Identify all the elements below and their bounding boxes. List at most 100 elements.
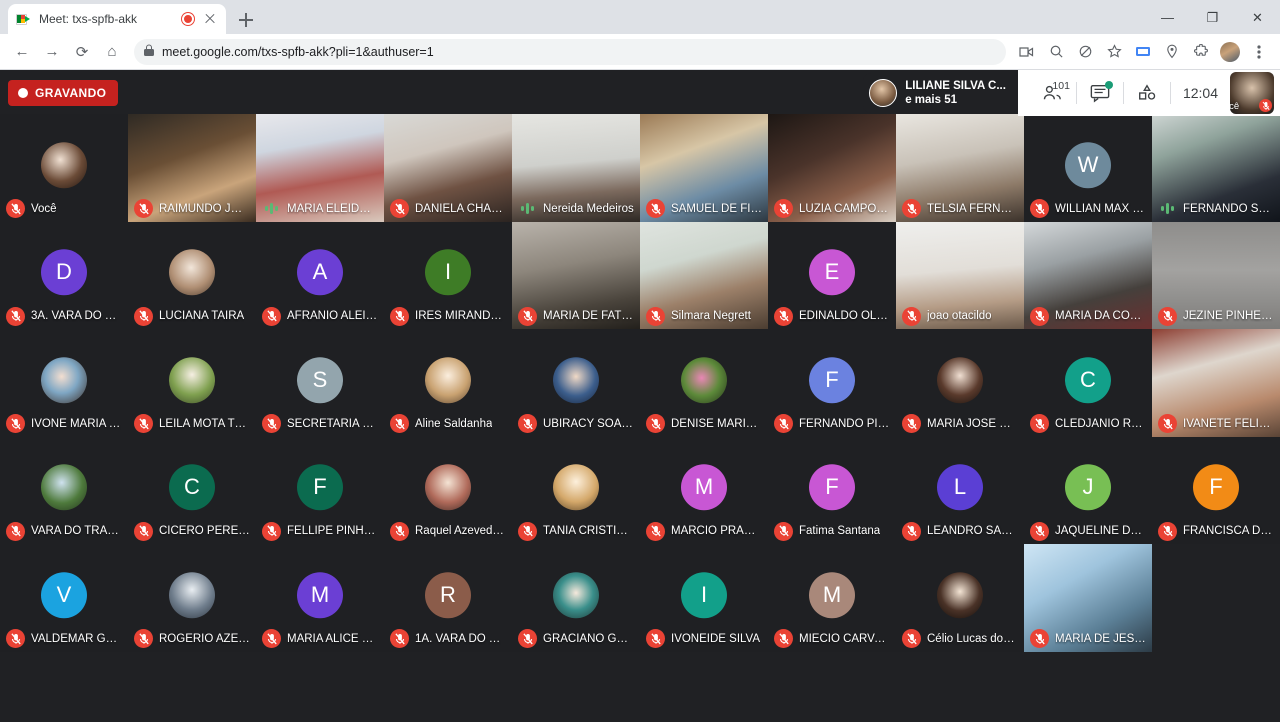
minimize-button[interactable]: — — [1145, 0, 1190, 34]
participant-name: AFRANIO ALEIXO — [287, 310, 378, 322]
speaking-indicator-icon — [518, 199, 537, 218]
participant-tile[interactable]: TANIA CRISTINA D... — [512, 436, 640, 544]
profile-avatar[interactable] — [1217, 39, 1243, 65]
participant-name: MARIA DE FATIMA ... — [543, 310, 634, 322]
mic-off-icon — [390, 414, 409, 433]
mic-off-icon — [390, 521, 409, 541]
participant-tile[interactable]: V VALDEMAR GOME... — [0, 544, 128, 652]
participant-tile[interactable]: F Fatima Santana — [768, 436, 896, 544]
participant-tile[interactable]: C CICERO PEREIRA C... — [128, 436, 256, 544]
host-chip[interactable]: LILIANE SILVA C... e mais 51 — [863, 73, 1018, 113]
participant-tile[interactable]: GRACIANO GOMES... — [512, 544, 640, 652]
participant-tile[interactable]: D 3A. VARA DO TRAB... — [0, 221, 128, 329]
participant-tile[interactable]: JEZINE PINHEIRO ... — [1152, 221, 1280, 329]
participant-tile[interactable]: I IRES MIRANDA DE ... — [384, 221, 512, 329]
chat-button[interactable] — [1077, 70, 1123, 116]
participant-tile[interactable]: IVANETE FELICIO ... — [1152, 329, 1280, 437]
blocked-cookie-icon[interactable] — [1072, 39, 1098, 65]
participant-tile[interactable]: TELSIA FERNANDA... — [896, 114, 1024, 222]
participant-tile[interactable]: Raquel Azevedo Oli... — [384, 436, 512, 544]
participant-tile[interactable]: J JAQUELINE DE CA... — [1024, 436, 1152, 544]
recording-dot-icon[interactable] — [182, 13, 194, 25]
chat-unread-badge — [1104, 81, 1113, 89]
participant-tile[interactable]: F FELLIPE PINHO DE... — [256, 436, 384, 544]
participant-tile[interactable]: MARIA ELEIDE BAT... — [256, 114, 384, 222]
address-bar[interactable]: meet.google.com/txs-spfb-akk?pli=1&authu… — [134, 38, 1006, 65]
participant-tile[interactable]: I IVONEIDE SILVA — [640, 544, 768, 652]
mic-off-icon — [1030, 306, 1049, 326]
chrome-menu-icon[interactable] — [1246, 39, 1272, 65]
participant-footer: LEANDRO SANTANA — [896, 518, 1024, 544]
meet-icon — [16, 12, 31, 27]
extensions-puzzle-icon[interactable] — [1188, 39, 1214, 65]
recording-badge[interactable]: GRAVANDO — [8, 80, 119, 106]
participant-tile[interactable]: FERNANDO SUKEY... — [1152, 114, 1280, 222]
camera-icon[interactable] — [1014, 39, 1040, 65]
participant-tile[interactable]: Você — [0, 114, 128, 222]
location-pin-icon[interactable] — [1159, 39, 1185, 65]
zoom-icon[interactable] — [1043, 39, 1069, 65]
participant-footer: SECRETARIA DE C... — [256, 411, 384, 437]
maximize-button[interactable]: ❐ — [1190, 0, 1235, 34]
participant-name: MIECIO CARVALH... — [799, 632, 890, 645]
participant-avatar-photo — [553, 356, 599, 403]
participant-footer: GRACIANO GOMES... — [512, 626, 640, 652]
activities-button[interactable] — [1124, 70, 1170, 116]
participant-tile[interactable]: M MARCIO PRADO O... — [640, 436, 768, 544]
participant-footer: Aline Saldanha — [384, 411, 512, 437]
home-button[interactable]: ⌂ — [98, 38, 126, 66]
participant-tile[interactable]: Silmara Negrett — [640, 221, 768, 329]
participant-tile[interactable]: F FERNANDO PINTO ... — [768, 329, 896, 437]
participant-tile[interactable]: DENISE MARIA NA... — [640, 329, 768, 437]
forward-button[interactable]: → — [38, 38, 66, 66]
participant-tile[interactable]: R 1A. VARA DO TRAB... — [384, 544, 512, 652]
participant-tile[interactable]: MARIA DA CONCEI... — [1024, 221, 1152, 329]
reload-button[interactable]: ⟳ — [68, 38, 96, 66]
participant-tile[interactable]: MARIA DE JESUS ... — [1024, 544, 1152, 652]
participant-tile[interactable]: W WILLIAN MAX DE F... — [1024, 114, 1152, 222]
participant-tile[interactable]: LUCIANA TAIRA — [128, 221, 256, 329]
mic-off-icon — [1158, 306, 1177, 326]
bookmark-star-icon[interactable] — [1101, 39, 1127, 65]
mic-off-icon — [6, 629, 25, 648]
participant-avatar-initial: I — [681, 571, 727, 618]
new-tab-button[interactable] — [232, 6, 260, 34]
participant-tile[interactable]: M MIECIO CARVALH... — [768, 544, 896, 652]
self-view-thumbnail[interactable]: Você — [1230, 72, 1274, 114]
participant-tile[interactable]: SAMUEL DE FIGUEI... — [640, 114, 768, 222]
participant-tile[interactable]: L LEANDRO SANTANA — [896, 436, 1024, 544]
participant-tile[interactable]: Nereida Medeiros — [512, 114, 640, 222]
window-close-button[interactable]: ✕ — [1235, 0, 1280, 34]
close-icon[interactable] — [202, 11, 218, 27]
meet-app: Você RAIMUNDO JOSE ... MARIA ELEIDE BAT...… — [0, 70, 1280, 722]
participant-tile[interactable]: F FRANCISCA DURA... — [1152, 436, 1280, 544]
participant-tile[interactable]: joao otacildo — [896, 221, 1024, 329]
participant-tile[interactable]: UBIRACY SOARES ... — [512, 329, 640, 437]
participant-tile[interactable]: LEILA MOTA TORR... — [128, 329, 256, 437]
recording-label: GRAVANDO — [35, 86, 107, 100]
mic-off-icon — [646, 306, 665, 326]
cast-icon[interactable] — [1130, 39, 1156, 65]
back-button[interactable]: ← — [8, 38, 36, 66]
participant-tile[interactable]: S SECRETARIA DE C... — [256, 329, 384, 437]
participant-footer: Célio Lucas dos Sa... — [896, 626, 1024, 652]
participant-tile[interactable]: ROGERIO AZEVED... — [128, 544, 256, 652]
participant-avatar-photo — [169, 249, 215, 296]
participant-tile[interactable]: VARA DO TRABAL... — [0, 436, 128, 544]
participant-footer: Você — [0, 196, 128, 222]
participant-tile[interactable]: MARIA JOSE CORR... — [896, 329, 1024, 437]
participant-tile[interactable]: M MARIA ALICE BAS... — [256, 544, 384, 652]
participant-tile[interactable]: RAIMUNDO JOSE ... — [128, 114, 256, 222]
participant-tile[interactable]: E EDINALDO OLIVEIR... — [768, 221, 896, 329]
participant-tile[interactable]: LUZIA CAMPOS CE... — [768, 114, 896, 222]
participant-tile[interactable]: MARIA DE FATIMA ... — [512, 221, 640, 329]
participant-tile[interactable]: IVONE MARIA TEIX... — [0, 329, 128, 437]
participant-name: 1A. VARA DO TRAB... — [415, 632, 506, 645]
participants-button[interactable]: 101 — [1030, 70, 1076, 116]
participant-tile[interactable]: Célio Lucas dos Sa... — [896, 544, 1024, 652]
participant-tile[interactable]: DANIELA CHAMM... — [384, 114, 512, 222]
participant-tile[interactable]: A AFRANIO ALEIXO — [256, 221, 384, 329]
participant-tile[interactable]: Aline Saldanha — [384, 329, 512, 437]
browser-tab[interactable]: Meet: txs-spfb-akk — [8, 4, 226, 34]
participant-tile[interactable]: C CLEDJANIO RAMO... — [1024, 329, 1152, 437]
